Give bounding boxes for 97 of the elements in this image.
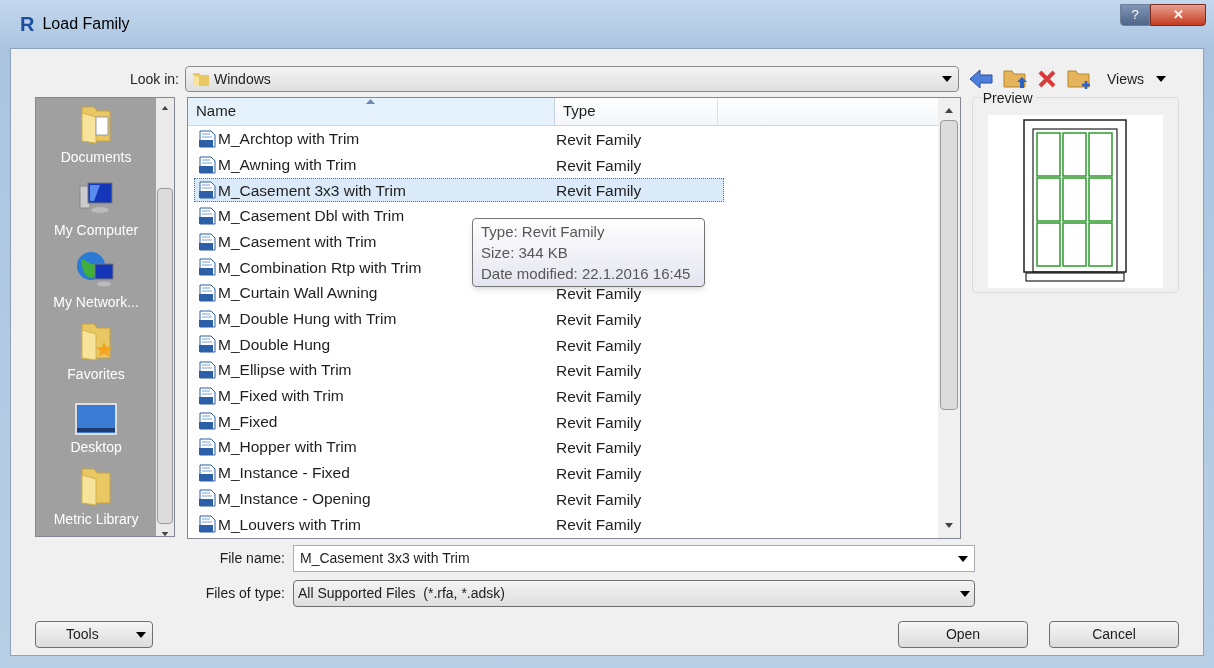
file-type: Revit Family — [556, 412, 642, 433]
scroll-up-arrow-icon — [161, 106, 170, 111]
look-in-label: Look in: — [128, 69, 180, 89]
file-row[interactable]: M_Double Hung — [194, 332, 334, 357]
file-row[interactable]: M_Instance - Opening — [194, 486, 374, 511]
file-row[interactable]: M_Combination Rtp with Trim — [194, 255, 425, 280]
dropdown-arrow-icon — [958, 555, 968, 562]
file-row[interactable]: M_Casement with Trim — [194, 229, 380, 254]
file-icon — [198, 155, 218, 174]
dropdown-arrow-icon — [960, 590, 970, 597]
file-name: M_Ellipse with Trim — [218, 360, 352, 381]
file-name: M_Awning with Trim — [218, 154, 357, 175]
file-icon — [198, 232, 218, 251]
scroll-down-arrow-icon — [944, 523, 953, 528]
file-icon — [198, 438, 218, 457]
file-icon — [198, 386, 218, 405]
file-name: M_Casement Dbl with Trim — [218, 206, 405, 227]
file-name: M_Casement 3x3 with Trim — [218, 180, 406, 201]
file-icon — [198, 258, 218, 277]
file-name: M_Combination Rtp with Trim — [218, 257, 422, 278]
files-of-type-label: Files of type: — [204, 584, 286, 603]
file-type: Revit Family — [556, 284, 642, 305]
file-name: M_Double Hung — [218, 334, 331, 355]
folder-up-icon[interactable] — [1003, 68, 1027, 90]
window-title: Load Family — [42, 14, 130, 34]
file-icon — [198, 206, 218, 225]
file-icon — [198, 412, 218, 431]
file-icon — [198, 361, 218, 380]
file-type: Revit Family — [556, 489, 642, 510]
files-of-type-dropdown[interactable]: All Supported Files (*.rfa, *.adsk) — [293, 580, 975, 607]
file-icon — [198, 515, 218, 534]
folder-icon — [192, 71, 210, 87]
tooltip-line: Size: 344 KB — [481, 243, 569, 263]
cancel-button[interactable]: Cancel — [1049, 621, 1179, 648]
tooltip-line: Date modified: 22.1.2016 16:45 — [481, 264, 692, 284]
file-type: Revit Family — [556, 181, 642, 202]
file-icon — [198, 463, 218, 482]
tools-button[interactable]: Tools — [35, 621, 153, 648]
delete-icon[interactable] — [1037, 69, 1057, 89]
file-type: Revit Family — [556, 463, 642, 484]
file-row[interactable]: M_Hopper with Trim — [194, 435, 360, 460]
file-name-label: File name: — [218, 549, 286, 568]
scrollbar[interactable] — [156, 98, 175, 536]
scroll-up-arrow-icon — [944, 108, 953, 113]
file-type: Revit Family — [556, 155, 642, 176]
file-name: M_Instance - Fixed — [218, 463, 350, 484]
open-button[interactable]: Open — [898, 621, 1028, 648]
file-row[interactable]: M_Casement Dbl with Trim — [194, 203, 408, 228]
file-type: Revit Family — [556, 438, 642, 459]
file-row[interactable]: M_Curtain Wall Awning — [194, 280, 381, 305]
file-icon — [198, 309, 218, 328]
file-type: Revit Family — [556, 130, 642, 150]
folder-star-icon — [78, 320, 115, 363]
file-name: M_Archtop with Trim — [218, 129, 360, 150]
look-in-dropdown[interactable]: Windows — [185, 66, 959, 92]
file-name: M_Double Hung with Trim — [218, 309, 397, 330]
file-name: M_Curtain Wall Awning — [218, 283, 378, 304]
dropdown-arrow-icon — [942, 76, 952, 82]
views-menu-button[interactable]: Views — [1107, 68, 1167, 90]
help-button[interactable]: ? — [1120, 4, 1150, 26]
file-name: M_Fixed — [218, 411, 278, 432]
file-row[interactable]: M_Louvers with Trim — [194, 512, 364, 537]
file-row[interactable]: M_Ellipse with Trim — [194, 358, 355, 383]
back-arrow-icon[interactable] — [969, 69, 993, 89]
column-header[interactable]: Name — [188, 98, 555, 125]
tooltip-line: Type: Revit Family — [481, 222, 606, 242]
file-row[interactable]: M_Double Hung with Trim — [194, 306, 400, 331]
caret-icon — [1156, 76, 1167, 82]
file-type: Revit Family — [556, 361, 642, 382]
file-row[interactable]: M_Fixed with Trim — [194, 383, 347, 408]
file-icon — [198, 129, 218, 148]
file-row[interactable]: M_Instance - Fixed — [194, 460, 353, 485]
file-name-field[interactable]: M_Casement 3x3 with Trim — [293, 545, 975, 572]
file-icon — [198, 181, 218, 200]
file-type: Revit Family — [556, 515, 642, 536]
scrollbar[interactable] — [937, 98, 960, 538]
caret-icon — [136, 631, 146, 638]
desktop-icon — [75, 402, 118, 435]
file-row[interactable]: M_Fixed — [194, 409, 281, 434]
file-name: M_Hopper with Trim — [218, 437, 357, 458]
file-type: Revit Family — [556, 386, 642, 407]
file-icon — [198, 335, 218, 354]
file-type: Revit Family — [556, 335, 642, 356]
file-type: Revit Family — [556, 309, 642, 330]
file-name: M_Louvers with Trim — [218, 514, 361, 535]
sort-arrow-icon — [366, 99, 375, 104]
new-folder-icon[interactable] — [1067, 68, 1091, 90]
file-row[interactable]: M_Archtop with Trim — [194, 126, 363, 151]
file-name: M_Casement with Trim — [218, 231, 377, 252]
file-row[interactable]: M_Awning with Trim — [194, 152, 360, 177]
scroll-down-arrow-icon — [161, 531, 170, 536]
column-header[interactable]: Type — [555, 98, 718, 125]
file-icon — [198, 489, 218, 508]
file-name: M_Instance - Opening — [218, 488, 371, 509]
file-name: M_Fixed with Trim — [218, 386, 344, 407]
app-logo: R — [20, 12, 35, 37]
file-icon — [198, 283, 218, 302]
